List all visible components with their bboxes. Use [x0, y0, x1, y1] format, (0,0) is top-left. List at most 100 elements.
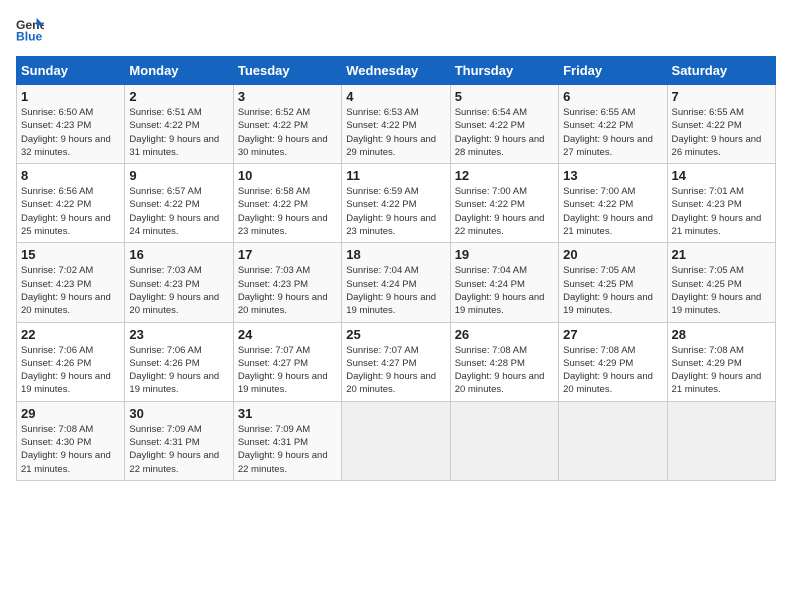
day-info: Sunrise: 7:09 AMSunset: 4:31 PMDaylight:… — [129, 423, 228, 476]
day-info: Sunrise: 6:55 AMSunset: 4:22 PMDaylight:… — [563, 106, 662, 159]
calendar-cell: 28Sunrise: 7:08 AMSunset: 4:29 PMDayligh… — [667, 322, 775, 401]
calendar-week-5: 29 Sunrise: 7:08 AMSunset: 4:30 PMDayligh… — [17, 401, 776, 480]
day-number: 7 — [672, 89, 771, 104]
day-info: Sunrise: 7:01 AMSunset: 4:23 PMDaylight:… — [672, 185, 771, 238]
day-info: Sunrise: 7:03 AMSunset: 4:23 PMDaylight:… — [238, 264, 337, 317]
calendar-cell: 10Sunrise: 6:58 AMSunset: 4:22 PMDayligh… — [233, 164, 341, 243]
calendar-week-1: 1 Sunrise: 6:50 AMSunset: 4:23 PMDaylight… — [17, 85, 776, 164]
day-number: 12 — [455, 168, 554, 183]
day-number: 26 — [455, 327, 554, 342]
calendar-cell: 13 Sunrise: 7:00 AMSunset: 4:22 PMDayligh… — [559, 164, 667, 243]
calendar-week-4: 22 Sunrise: 7:06 AMSunset: 4:26 PMDayligh… — [17, 322, 776, 401]
calendar-table: SundayMondayTuesdayWednesdayThursdayFrid… — [16, 56, 776, 481]
calendar-cell: 15Sunrise: 7:02 AMSunset: 4:23 PMDayligh… — [17, 243, 125, 322]
weekday-header-tuesday: Tuesday — [233, 57, 341, 85]
day-info: Sunrise: 7:08 AMSunset: 4:29 PMDaylight:… — [563, 344, 662, 397]
calendar-cell: 1 Sunrise: 6:50 AMSunset: 4:23 PMDaylight… — [17, 85, 125, 164]
day-info: Sunrise: 7:07 AMSunset: 4:27 PMDaylight:… — [238, 344, 337, 397]
day-info: Sunrise: 6:59 AMSunset: 4:22 PMDaylight:… — [346, 185, 445, 238]
day-info: Sunrise: 7:00 AMSunset: 4:22 PMDaylight:… — [455, 185, 554, 238]
day-number: 31 — [238, 406, 337, 421]
day-number: 19 — [455, 247, 554, 262]
calendar-cell: 16Sunrise: 7:03 AMSunset: 4:23 PMDayligh… — [125, 243, 233, 322]
calendar-cell: 27 Sunrise: 7:08 AMSunset: 4:29 PMDayligh… — [559, 322, 667, 401]
calendar-cell: 25 Sunrise: 7:07 AMSunset: 4:27 PMDayligh… — [342, 322, 450, 401]
calendar-cell — [450, 401, 558, 480]
day-number: 20 — [563, 247, 662, 262]
calendar-cell: 31 Sunrise: 7:09 AMSunset: 4:31 PMDayligh… — [233, 401, 341, 480]
calendar-cell: 7Sunrise: 6:55 AMSunset: 4:22 PMDaylight… — [667, 85, 775, 164]
day-number: 6 — [563, 89, 662, 104]
day-number: 22 — [21, 327, 120, 342]
calendar-week-2: 8Sunrise: 6:56 AMSunset: 4:22 PMDaylight… — [17, 164, 776, 243]
logo-icon: General Blue — [16, 16, 44, 44]
calendar-week-3: 15Sunrise: 7:02 AMSunset: 4:23 PMDayligh… — [17, 243, 776, 322]
day-number: 16 — [129, 247, 228, 262]
day-info: Sunrise: 7:05 AMSunset: 4:25 PMDaylight:… — [672, 264, 771, 317]
day-number: 11 — [346, 168, 445, 183]
calendar-cell: 3 Sunrise: 6:52 AMSunset: 4:22 PMDaylight… — [233, 85, 341, 164]
day-info: Sunrise: 7:09 AMSunset: 4:31 PMDaylight:… — [238, 423, 337, 476]
calendar-cell: 17 Sunrise: 7:03 AMSunset: 4:23 PMDayligh… — [233, 243, 341, 322]
calendar-cell: 2 Sunrise: 6:51 AMSunset: 4:22 PMDaylight… — [125, 85, 233, 164]
day-info: Sunrise: 7:06 AMSunset: 4:26 PMDaylight:… — [129, 344, 228, 397]
day-number: 13 — [563, 168, 662, 183]
calendar-cell: 30 Sunrise: 7:09 AMSunset: 4:31 PMDayligh… — [125, 401, 233, 480]
calendar-cell: 14 Sunrise: 7:01 AMSunset: 4:23 PMDayligh… — [667, 164, 775, 243]
day-number: 2 — [129, 89, 228, 104]
calendar-cell: 24 Sunrise: 7:07 AMSunset: 4:27 PMDayligh… — [233, 322, 341, 401]
day-number: 14 — [672, 168, 771, 183]
day-info: Sunrise: 6:50 AMSunset: 4:23 PMDaylight:… — [21, 106, 120, 159]
day-info: Sunrise: 6:56 AMSunset: 4:22 PMDaylight:… — [21, 185, 120, 238]
weekday-header-monday: Monday — [125, 57, 233, 85]
weekday-header-wednesday: Wednesday — [342, 57, 450, 85]
day-number: 24 — [238, 327, 337, 342]
calendar-cell: 6 Sunrise: 6:55 AMSunset: 4:22 PMDaylight… — [559, 85, 667, 164]
day-number: 30 — [129, 406, 228, 421]
day-number: 29 — [21, 406, 120, 421]
day-info: Sunrise: 7:00 AMSunset: 4:22 PMDaylight:… — [563, 185, 662, 238]
calendar-cell: 22 Sunrise: 7:06 AMSunset: 4:26 PMDayligh… — [17, 322, 125, 401]
day-info: Sunrise: 7:07 AMSunset: 4:27 PMDaylight:… — [346, 344, 445, 397]
calendar-cell: 21 Sunrise: 7:05 AMSunset: 4:25 PMDayligh… — [667, 243, 775, 322]
day-info: Sunrise: 7:04 AMSunset: 4:24 PMDaylight:… — [455, 264, 554, 317]
calendar-cell: 5 Sunrise: 6:54 AMSunset: 4:22 PMDaylight… — [450, 85, 558, 164]
day-number: 23 — [129, 327, 228, 342]
day-number: 17 — [238, 247, 337, 262]
svg-text:Blue: Blue — [16, 29, 43, 43]
calendar-cell: 23 Sunrise: 7:06 AMSunset: 4:26 PMDayligh… — [125, 322, 233, 401]
weekday-header-saturday: Saturday — [667, 57, 775, 85]
calendar-cell — [559, 401, 667, 480]
day-info: Sunrise: 7:04 AMSunset: 4:24 PMDaylight:… — [346, 264, 445, 317]
page-header: General Blue — [16, 16, 776, 44]
day-number: 21 — [672, 247, 771, 262]
day-number: 27 — [563, 327, 662, 342]
calendar-cell: 18 Sunrise: 7:04 AMSunset: 4:24 PMDayligh… — [342, 243, 450, 322]
day-number: 5 — [455, 89, 554, 104]
day-number: 4 — [346, 89, 445, 104]
day-info: Sunrise: 6:53 AMSunset: 4:22 PMDaylight:… — [346, 106, 445, 159]
day-number: 18 — [346, 247, 445, 262]
day-info: Sunrise: 6:54 AMSunset: 4:22 PMDaylight:… — [455, 106, 554, 159]
day-info: Sunrise: 6:51 AMSunset: 4:22 PMDaylight:… — [129, 106, 228, 159]
day-number: 9 — [129, 168, 228, 183]
day-number: 1 — [21, 89, 120, 104]
day-info: Sunrise: 6:52 AMSunset: 4:22 PMDaylight:… — [238, 106, 337, 159]
day-number: 15 — [21, 247, 120, 262]
calendar-cell: 8Sunrise: 6:56 AMSunset: 4:22 PMDaylight… — [17, 164, 125, 243]
calendar-cell: 12 Sunrise: 7:00 AMSunset: 4:22 PMDayligh… — [450, 164, 558, 243]
calendar-cell: 26Sunrise: 7:08 AMSunset: 4:28 PMDayligh… — [450, 322, 558, 401]
calendar-cell — [342, 401, 450, 480]
day-info: Sunrise: 7:05 AMSunset: 4:25 PMDaylight:… — [563, 264, 662, 317]
day-info: Sunrise: 7:08 AMSunset: 4:30 PMDaylight:… — [21, 423, 120, 476]
calendar-cell: 9Sunrise: 6:57 AMSunset: 4:22 PMDaylight… — [125, 164, 233, 243]
weekday-header-friday: Friday — [559, 57, 667, 85]
day-info: Sunrise: 6:58 AMSunset: 4:22 PMDaylight:… — [238, 185, 337, 238]
day-info: Sunrise: 7:06 AMSunset: 4:26 PMDaylight:… — [21, 344, 120, 397]
calendar-cell: 4 Sunrise: 6:53 AMSunset: 4:22 PMDaylight… — [342, 85, 450, 164]
calendar-cell: 19 Sunrise: 7:04 AMSunset: 4:24 PMDayligh… — [450, 243, 558, 322]
day-number: 3 — [238, 89, 337, 104]
day-number: 25 — [346, 327, 445, 342]
day-info: Sunrise: 7:08 AMSunset: 4:29 PMDaylight:… — [672, 344, 771, 397]
weekday-header-sunday: Sunday — [17, 57, 125, 85]
